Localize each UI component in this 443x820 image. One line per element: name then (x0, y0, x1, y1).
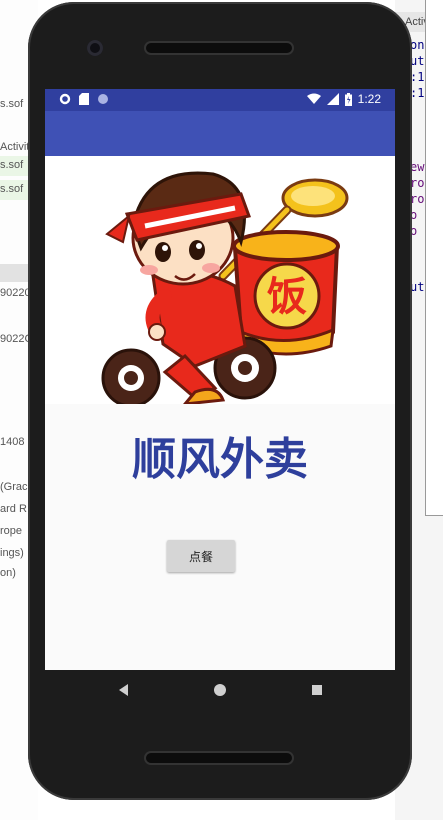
ide-text-line: 90220 (0, 287, 31, 299)
status-time: 1:22 (357, 92, 381, 106)
ide-text-line: s.sof (0, 98, 24, 110)
ide-text-line: rope (0, 525, 23, 537)
sync-circle-icon (98, 94, 108, 104)
ide-text-line: ard R (0, 503, 27, 515)
app-title: 顺风外卖 (132, 434, 308, 485)
ide-code-line: ro (410, 192, 425, 206)
status-bar: 1:22 (45, 89, 395, 111)
app-bar (45, 111, 395, 156)
ide-code-line: ro (410, 176, 425, 190)
sd-card-icon (79, 93, 89, 105)
camera-icon (87, 40, 103, 56)
ide-text-line: 1408 (0, 436, 25, 448)
home-icon[interactable] (213, 683, 227, 697)
delivery-boy-illustration: 饭 (101, 171, 349, 408)
ide-code-line: on (410, 38, 425, 52)
banner-image: 饭 (45, 156, 395, 408)
wifi-icon (306, 93, 321, 104)
ide-text-line: s.sof (0, 183, 24, 195)
battery-icon (344, 92, 352, 106)
ide-text-line: ings) (0, 547, 24, 559)
device-screen: 1:22 饭 顺风外卖 点餐 (45, 89, 395, 670)
ide-code-line: :1 (410, 86, 425, 100)
back-icon[interactable] (117, 683, 131, 697)
ide-text-line: Activit (0, 141, 30, 153)
ide-text-line: on) (0, 567, 16, 579)
recents-icon[interactable] (310, 683, 324, 697)
order-button[interactable]: 点餐 (167, 540, 235, 572)
ide-text-line: (Grac (0, 481, 28, 493)
navigation-bar (45, 670, 395, 714)
bottom-speaker (146, 753, 292, 763)
earpiece-speaker (146, 43, 292, 53)
ide-editor-panel (425, 0, 443, 516)
ide-code-line: :1 (410, 70, 425, 84)
ide-code-line: ut (410, 54, 425, 68)
gear-icon (59, 93, 71, 105)
banner-character: 饭 (267, 274, 307, 320)
cell-signal-icon (326, 93, 339, 105)
ide-text-line: s.sof (0, 159, 24, 171)
ide-code-line: ut (410, 280, 425, 294)
ide-code-line: ew (410, 160, 425, 174)
